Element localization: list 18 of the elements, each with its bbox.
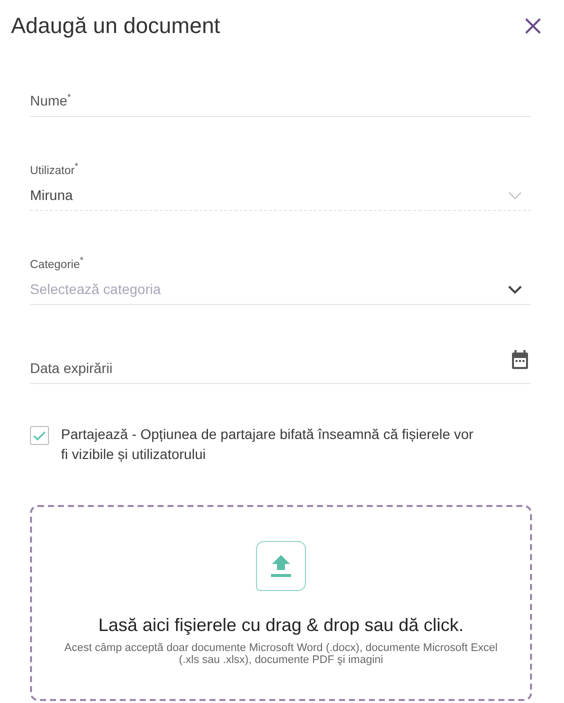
upload-icon <box>256 541 306 591</box>
name-field[interactable]: Nume$^{*}$ <box>30 82 531 117</box>
dropzone-heading: Lasă aici fişierele cu drag & drop sau dă click. <box>98 615 464 636</box>
select-field[interactable]: Categorie$^{*}$ Selectează categoria <box>30 253 531 305</box>
close-icon[interactable] <box>524 17 542 35</box>
field-value: Miruna <box>30 187 73 203</box>
file-dropzone[interactable]: Lasă aici fişierele cu drag & drop sau dă click. Acest câmp acceptă doar documente Microsoft Word (.docx), documente Microsoft Excel (.xls sau .xlsx), documente PDF şi imagini <box>30 505 532 701</box>
share-label: Partajează - Opțiunea de partajare bifată înseamnă că fișierele vor fi vizibile și utilizatorului <box>61 426 474 462</box>
dropzone-hint: Acest câmp acceptă doar documente Microsoft Word (.docx), documente Microsoft Excel (.xls sau .xlsx), documente PDF şi imagini <box>63 642 499 666</box>
calendar-icon[interactable] <box>511 350 529 370</box>
share-checkbox[interactable] <box>30 426 49 445</box>
field-placeholder: Selectează categoria <box>30 281 161 297</box>
check-icon <box>33 430 46 440</box>
date-field[interactable]: Data expirării <box>30 351 531 384</box>
chevron-down-icon[interactable] <box>508 284 522 294</box>
field-label: Utilizator$^{*}$ <box>30 161 80 177</box>
dialog-title: Adaugă un document <box>11 13 220 39</box>
field-label: Categorie$^{*}$ <box>30 255 84 271</box>
